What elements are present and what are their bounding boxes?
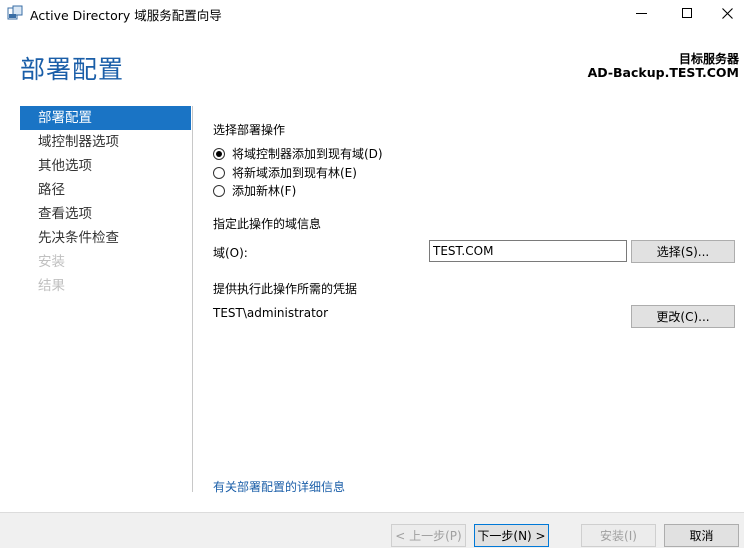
- radio-button[interactable]: [213, 184, 225, 197]
- next-button[interactable]: 下一步(N) >: [474, 524, 549, 547]
- option-label: 添加新林(F): [232, 184, 297, 198]
- wizard-steps-nav: 部署配置 域控制器选项 其他选项 路径 查看选项 先决条件检查 安装 结果: [20, 106, 191, 298]
- domain-input[interactable]: [429, 240, 627, 262]
- nav-item-dc-options[interactable]: 域控制器选项: [20, 130, 191, 154]
- main-content: 选择部署操作 将域控制器添加到现有域(D) 将新域添加到现有林(E) 添加新林(…: [213, 0, 738, 500]
- option-add-new-forest[interactable]: 添加新林(F): [213, 182, 296, 199]
- radio-button[interactable]: [213, 166, 225, 179]
- cancel-button[interactable]: 取消: [664, 524, 739, 547]
- credentials-heading: 提供执行此操作所需的凭据: [213, 282, 358, 296]
- credentials-value: TEST\administrator: [213, 306, 329, 320]
- wizard-footer: < 上一步(P) 下一步(N) > 安装(I) 取消: [0, 512, 744, 548]
- more-info-link[interactable]: 有关部署配置的详细信息: [213, 478, 345, 495]
- domain-label: 域(O):: [213, 246, 248, 260]
- nav-divider: [192, 106, 193, 492]
- install-button[interactable]: 安装(I): [581, 524, 656, 547]
- previous-button[interactable]: < 上一步(P): [391, 524, 466, 547]
- select-domain-button[interactable]: 选择(S)...: [631, 240, 735, 263]
- nav-item-review-options[interactable]: 查看选项: [20, 202, 191, 226]
- option-label: 将域控制器添加到现有域(D): [232, 147, 383, 161]
- page-title: 部署配置: [20, 55, 125, 84]
- option-label: 将新域添加到现有林(E): [232, 166, 357, 180]
- nav-item-paths[interactable]: 路径: [20, 178, 191, 202]
- option-add-dc-to-existing-domain[interactable]: 将域控制器添加到现有域(D): [213, 145, 383, 162]
- radio-button[interactable]: [213, 147, 225, 160]
- change-credentials-button[interactable]: 更改(C)...: [631, 305, 735, 328]
- operation-heading: 选择部署操作: [213, 123, 286, 137]
- nav-item-prerequisites-check[interactable]: 先决条件检查: [20, 226, 191, 250]
- window-title: Active Directory 域服务配置向导: [30, 8, 222, 23]
- domain-info-heading: 指定此操作的域信息: [213, 217, 322, 231]
- nav-item-installation: 安装: [38, 254, 65, 270]
- nav-item-results: 结果: [38, 278, 65, 294]
- option-add-domain-to-existing-forest[interactable]: 将新域添加到现有林(E): [213, 164, 357, 181]
- server-manager-icon: [7, 5, 23, 20]
- nav-item-additional-options[interactable]: 其他选项: [20, 154, 191, 178]
- nav-item-deployment-config[interactable]: 部署配置: [20, 106, 191, 130]
